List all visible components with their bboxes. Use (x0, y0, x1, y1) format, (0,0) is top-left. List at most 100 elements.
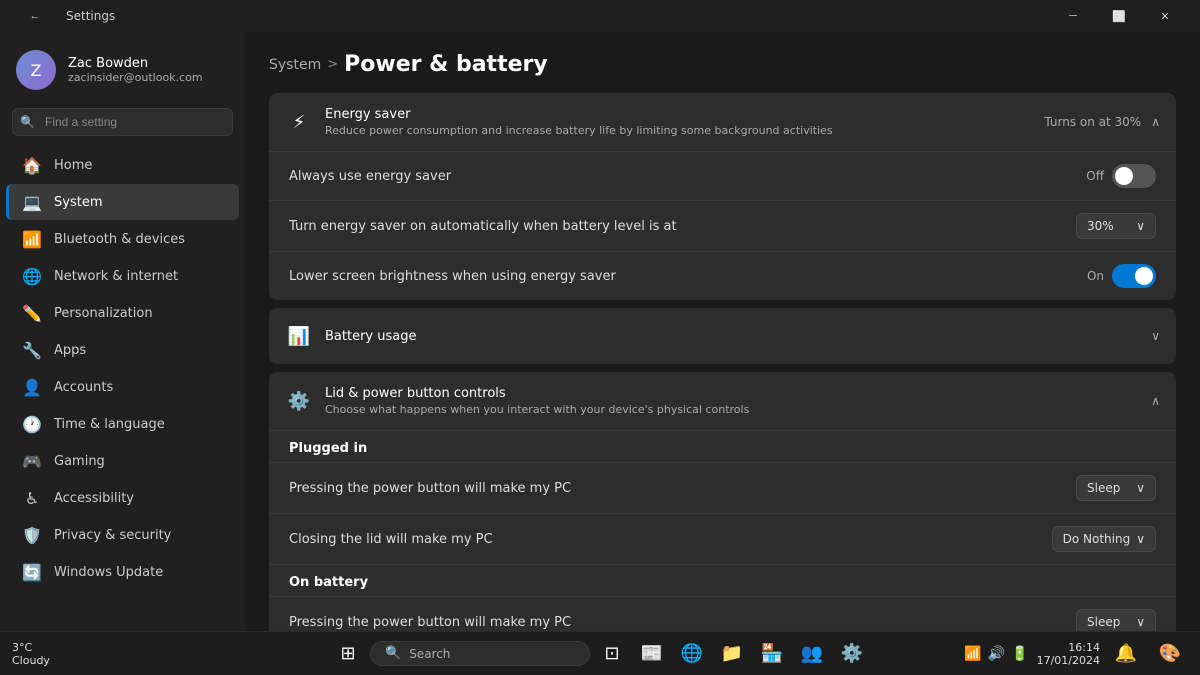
sidebar-item-personalization[interactable]: ✏️ Personalization (6, 295, 239, 331)
widgets-button[interactable]: 📰 (634, 636, 670, 672)
search-icon: 🔍 (20, 115, 35, 129)
lid-power-header[interactable]: ⚙️ Lid & power button controls Choose wh… (269, 372, 1176, 430)
color-widget[interactable]: 🎨 (1152, 636, 1188, 672)
back-button[interactable]: ← (12, 0, 58, 32)
plugged-power-label: Pressing the power button will make my P… (289, 481, 1064, 496)
system-icons: 📶 🔊 🔋 (964, 646, 1028, 662)
teams-button[interactable]: 👥 (794, 636, 830, 672)
weather-desc: Cloudy (12, 654, 50, 667)
plugged-power-dropdown[interactable]: Sleep ∨ (1076, 475, 1156, 501)
battery-usage-chevron-wrap: ∨ (1151, 329, 1160, 343)
plugged-in-label: Plugged in (269, 430, 1176, 462)
energy-saver-header[interactable]: ⚡ Energy saver Reduce power consumption … (269, 93, 1176, 151)
accessibility-icon: ♿ (22, 488, 42, 508)
taskbar-search[interactable]: 🔍 Search (370, 641, 590, 666)
store-button[interactable]: 🏪 (754, 636, 790, 672)
sidebar-item-time[interactable]: 🕐 Time & language (6, 406, 239, 442)
plugged-lid-value: Do Nothing (1063, 532, 1131, 546)
brightness-label: Lower screen brightness when using energ… (289, 269, 1075, 284)
brightness-control: On (1087, 264, 1156, 288)
battery-usage-header[interactable]: 📊 Battery usage ∨ (269, 308, 1176, 364)
plugged-lid-dropdown[interactable]: Do Nothing ∨ (1052, 526, 1156, 552)
always-use-label: Always use energy saver (289, 169, 1074, 184)
taskview-button[interactable]: ⊡ (594, 636, 630, 672)
titlebar: ← Settings ─ ⬜ ✕ (0, 0, 1200, 32)
battery-power-value: Sleep (1087, 615, 1120, 629)
privacy-label: Privacy & security (54, 528, 171, 543)
network-icon: 🌐 (22, 266, 42, 286)
auto-energy-chevron: ∨ (1136, 219, 1145, 233)
sidebar-item-accounts[interactable]: 👤 Accounts (6, 369, 239, 405)
on-battery-label: On battery (269, 564, 1176, 596)
plugged-lid-row: Closing the lid will make my PC Do Nothi… (269, 513, 1176, 564)
battery-usage-chevron: ∨ (1151, 329, 1160, 343)
brightness-toggle[interactable] (1112, 264, 1156, 288)
battery-power-dropdown[interactable]: Sleep ∨ (1076, 609, 1156, 631)
volume-icon[interactable]: 🔊 (988, 646, 1005, 662)
lid-power-card: ⚙️ Lid & power button controls Choose wh… (269, 372, 1176, 631)
maximize-button[interactable]: ⬜ (1096, 0, 1142, 32)
auto-energy-row: Turn energy saver on automatically when … (269, 200, 1176, 251)
accounts-label: Accounts (54, 380, 113, 395)
sidebar-item-system[interactable]: 💻 System (6, 184, 239, 220)
sidebar-item-bluetooth[interactable]: 📶 Bluetooth & devices (6, 221, 239, 257)
sidebar-item-gaming[interactable]: 🎮 Gaming (6, 443, 239, 479)
taskbar: 3°C Cloudy ⊞ 🔍 Search ⊡ 📰 🌐 📁 🏪 👥 ⚙️ 📶 🔊… (0, 631, 1200, 675)
home-icon: 🏠 (22, 155, 42, 175)
energy-saver-subtitle: Reduce power consumption and increase ba… (325, 124, 1032, 137)
titlebar-left: ← Settings (12, 0, 115, 32)
notification-icon[interactable]: 🔔 (1108, 636, 1144, 672)
battery-power-chevron: ∨ (1136, 615, 1145, 629)
lid-power-subtitle: Choose what happens when you interact wi… (325, 403, 1139, 416)
search-input[interactable] (12, 108, 233, 136)
gaming-label: Gaming (54, 454, 105, 469)
bluetooth-label: Bluetooth & devices (54, 232, 185, 247)
close-button[interactable]: ✕ (1142, 0, 1188, 32)
plugged-lid-chevron: ∨ (1136, 532, 1145, 546)
battery-usage-title: Battery usage (325, 329, 1139, 344)
system-icon: 💻 (22, 192, 42, 212)
taskbar-right: 📶 🔊 🔋 16:14 17/01/2024 🔔 🎨 (964, 636, 1188, 672)
sidebar-item-home[interactable]: 🏠 Home (6, 147, 239, 183)
sidebar-item-update[interactable]: 🔄 Windows Update (6, 554, 239, 590)
sidebar-item-accessibility[interactable]: ♿ Accessibility (6, 480, 239, 516)
plugged-power-control: Sleep ∨ (1076, 475, 1156, 501)
bluetooth-icon: 📶 (22, 229, 42, 249)
sidebar-item-privacy[interactable]: 🛡️ Privacy & security (6, 517, 239, 553)
explorer-button[interactable]: 📁 (714, 636, 750, 672)
profile-name: Zac Bowden (68, 56, 203, 71)
auto-energy-control: 30% ∨ (1076, 213, 1156, 239)
always-use-control: Off (1086, 164, 1156, 188)
settings-button[interactable]: ⚙️ (834, 636, 870, 672)
plugged-lid-control: Do Nothing ∨ (1052, 526, 1156, 552)
time-display: 16:14 (1068, 641, 1100, 654)
taskbar-time[interactable]: 16:14 17/01/2024 (1037, 641, 1100, 667)
battery-icon[interactable]: 🔋 (1011, 646, 1028, 662)
profile-info: Zac Bowden zacinsider@outlook.com (68, 56, 203, 84)
sidebar: Z Zac Bowden zacinsider@outlook.com 🔍 🏠 … (0, 32, 245, 631)
home-label: Home (54, 158, 92, 173)
taskbar-left: 3°C Cloudy (12, 641, 50, 667)
breadcrumb: System > Power & battery (245, 32, 1200, 93)
energy-saver-title: Energy saver (325, 107, 1032, 122)
sidebar-item-network[interactable]: 🌐 Network & internet (6, 258, 239, 294)
accounts-icon: 👤 (22, 377, 42, 397)
energy-saver-card: ⚡ Energy saver Reduce power consumption … (269, 93, 1176, 300)
brightness-toggle-label: On (1087, 269, 1104, 283)
lid-power-chevron: ∧ (1151, 394, 1160, 408)
always-use-toggle[interactable] (1112, 164, 1156, 188)
date-display: 17/01/2024 (1037, 654, 1100, 667)
network-icon[interactable]: 📶 (964, 646, 981, 662)
plugged-lid-label: Closing the lid will make my PC (289, 532, 1040, 547)
lid-power-title: Lid & power button controls (325, 386, 1139, 401)
start-button[interactable]: ⊞ (330, 636, 366, 672)
update-icon: 🔄 (22, 562, 42, 582)
settings-content: ⚡ Energy saver Reduce power consumption … (245, 93, 1200, 631)
sidebar-item-apps[interactable]: 🔧 Apps (6, 332, 239, 368)
edge-button[interactable]: 🌐 (674, 636, 710, 672)
main-panel: System > Power & battery ⚡ Energy saver … (245, 32, 1200, 631)
lid-power-chevron-wrap: ∧ (1151, 394, 1160, 408)
titlebar-title: Settings (66, 9, 115, 23)
minimize-button[interactable]: ─ (1050, 0, 1096, 32)
auto-energy-dropdown[interactable]: 30% ∨ (1076, 213, 1156, 239)
